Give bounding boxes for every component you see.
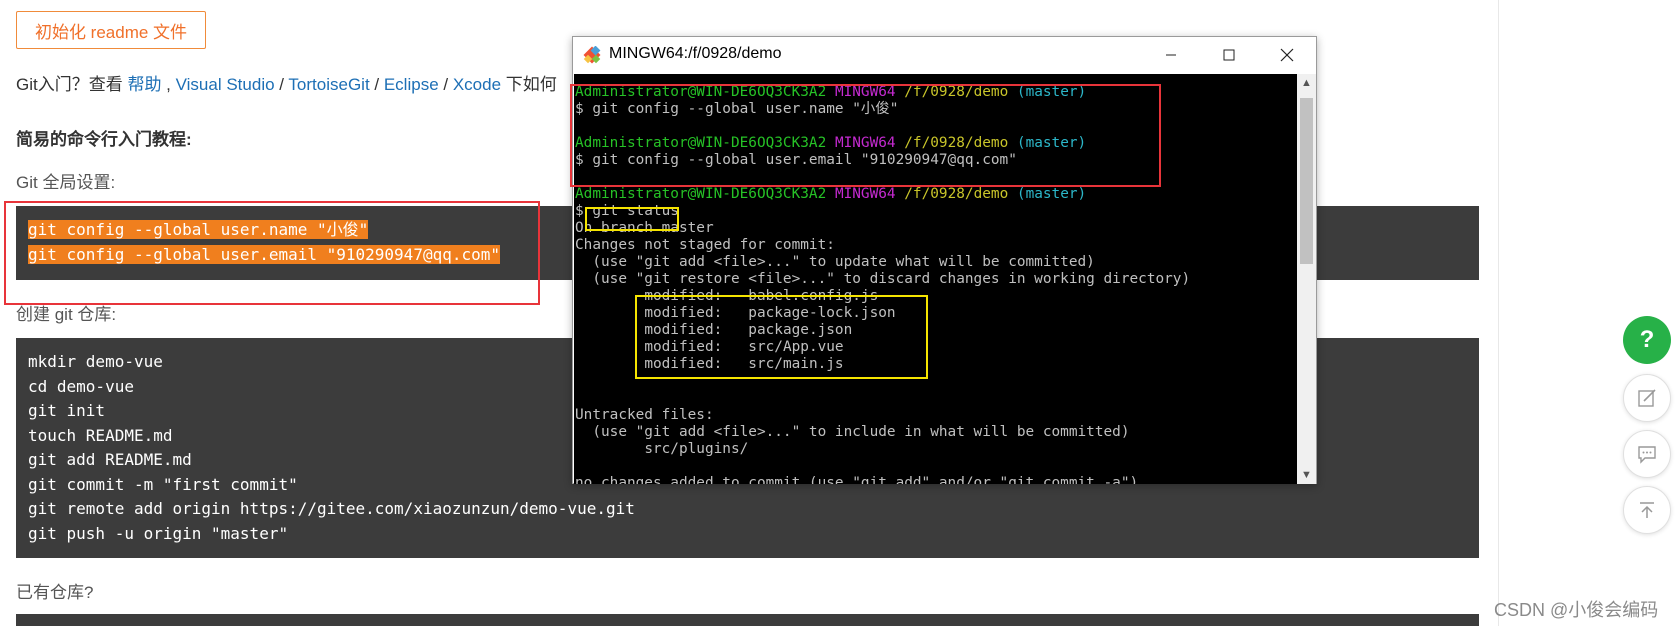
scroll-down-icon[interactable]: ▼: [1297, 466, 1316, 484]
annotation-yellow-box: [635, 295, 928, 379]
help-link[interactable]: 帮助: [127, 75, 161, 94]
tortoisegit-link[interactable]: TortoiseGit: [288, 75, 369, 94]
terminal-command: $ git status: [574, 203, 1297, 220]
right-panel-divider: [1498, 0, 1499, 626]
global-setup-label: Git 全局设置:: [16, 173, 116, 192]
help-button[interactable]: ?: [1623, 316, 1671, 364]
untracked-file: src/plugins/: [644, 441, 749, 457]
intro-sep: /: [274, 75, 289, 94]
maximize-button[interactable]: [1200, 37, 1258, 73]
existing-repo-label: 已有仓库?: [16, 583, 94, 602]
terminal-output-line: On branch master: [575, 220, 714, 236]
intro-suffix: 下如何: [501, 75, 557, 94]
terminal-output-line: (use "git add <file>..." to update what …: [575, 254, 1095, 270]
init-readme-button[interactable]: 初始化 readme 文件: [16, 11, 206, 49]
terminal-blank: [574, 390, 1297, 407]
feedback-button[interactable]: [1623, 374, 1671, 422]
git-bash-icon: [583, 46, 601, 64]
prompt-branch: (master): [1016, 186, 1087, 202]
terminal-scrollbar[interactable]: ▲ ▼: [1297, 74, 1316, 484]
xcode-link[interactable]: Xcode: [453, 75, 501, 94]
help-icon: ?: [1639, 326, 1655, 353]
arrow-up-icon: [1640, 502, 1654, 518]
scroll-up-icon[interactable]: ▲: [1297, 74, 1316, 92]
terminal-output-line: (use "git add <file>..." to include in w…: [575, 424, 1130, 440]
terminal-blank: [574, 458, 1297, 475]
untracked-file-line: src/plugins/: [574, 441, 1297, 458]
code-line: git remote add origin https://gitee.com/…: [28, 499, 635, 518]
annotation-red-box: [570, 84, 1161, 187]
comment-button[interactable]: [1623, 430, 1671, 478]
comment-icon: [1638, 446, 1656, 464]
intro-prefix: Git入门？查看: [16, 75, 128, 94]
close-button[interactable]: [1258, 37, 1316, 73]
annotation-red-box: [4, 201, 540, 305]
intro-sep: /: [369, 75, 384, 94]
maximize-icon: [1223, 49, 1235, 61]
visual-studio-link[interactable]: Visual Studio: [176, 75, 275, 94]
minimize-button[interactable]: [1142, 37, 1200, 73]
terminal-window[interactable]: MINGW64:/f/0928/demo Administrator@WIN-D…: [570, 36, 1317, 484]
intro-line: Git入门？查看 帮助 , Visual Studio / TortoiseGi…: [16, 70, 557, 95]
existing-repo-code: [16, 614, 1479, 626]
terminal-titlebar[interactable]: MINGW64:/f/0928/demo: [573, 37, 1316, 73]
terminal-output-line: (use "git restore <file>..." to discard …: [575, 271, 1191, 287]
terminal-prompt: Administrator@WIN-DE6OQ3CK3A2 MINGW64 /f…: [574, 186, 1297, 203]
intro-sep: /: [438, 75, 453, 94]
terminal-output-line: Untracked files:: [575, 407, 714, 423]
intro-sep: ,: [161, 75, 176, 94]
scrollbar-thumb[interactable]: [1300, 98, 1313, 264]
annotation-yellow-box: [585, 207, 679, 231]
code-line: git push -u origin "master": [28, 523, 289, 543]
section-title: 简易的命令行入门教程:: [16, 130, 192, 149]
csdn-watermark: CSDN @小俊会编码: [1494, 600, 1659, 620]
close-icon: [1280, 48, 1294, 62]
minimize-icon: [1166, 54, 1176, 56]
terminal-output-line: Changes not staged for commit:: [575, 237, 835, 253]
back-to-top-button[interactable]: [1623, 486, 1671, 534]
prompt-user: Administrator@WIN-DE6OQ3CK3A2: [575, 186, 827, 202]
eclipse-link[interactable]: Eclipse: [384, 75, 439, 94]
terminal-output-line: no changes added to commit (use "git add…: [575, 475, 1139, 484]
terminal-title: MINGW64:/f/0928/demo: [609, 45, 782, 62]
prompt-path: /f/0928/demo: [904, 186, 1009, 202]
edit-icon: [1638, 389, 1656, 407]
prompt-env: MINGW64: [834, 186, 896, 202]
